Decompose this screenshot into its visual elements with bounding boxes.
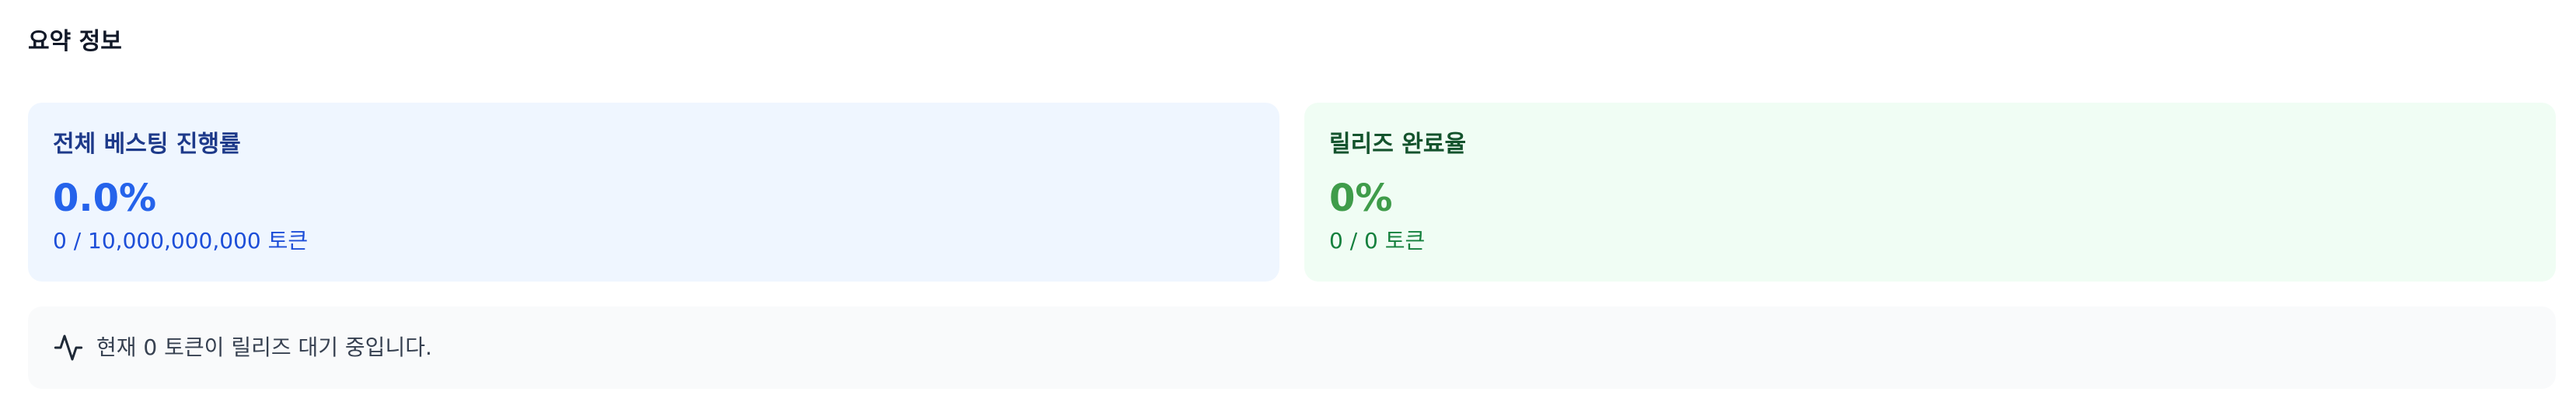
vesting-progress-label: 전체 베스팅 진행률 [53, 131, 241, 158]
release-completion-value: 0% [1329, 177, 1393, 220]
section-title: 요약 정보 [28, 28, 122, 55]
vesting-progress-card: 전체 베스팅 진행률 0.0% 0 / 10,000,000,000 토큰 [28, 103, 1279, 282]
vesting-progress-value: 0.0% [53, 177, 157, 220]
release-token-count: 0 / 0 토큰 [1329, 228, 1426, 254]
release-pending-text: 현재 0 토큰이 릴리즈 대기 중입니다. [96, 334, 432, 360]
summary-section: 요약 정보 전체 베스팅 진행률 0.0% 0 / 10,000,000,000… [0, 0, 2576, 420]
release-pending-notice: 현재 0 토큰이 릴리즈 대기 중입니다. [28, 306, 2556, 389]
activity-icon [54, 334, 83, 361]
release-completion-label: 릴리즈 완료율 [1329, 131, 1467, 158]
vesting-token-count: 0 / 10,000,000,000 토큰 [53, 228, 309, 254]
release-completion-card: 릴리즈 완료율 0% 0 / 0 토큰 [1304, 103, 2556, 282]
